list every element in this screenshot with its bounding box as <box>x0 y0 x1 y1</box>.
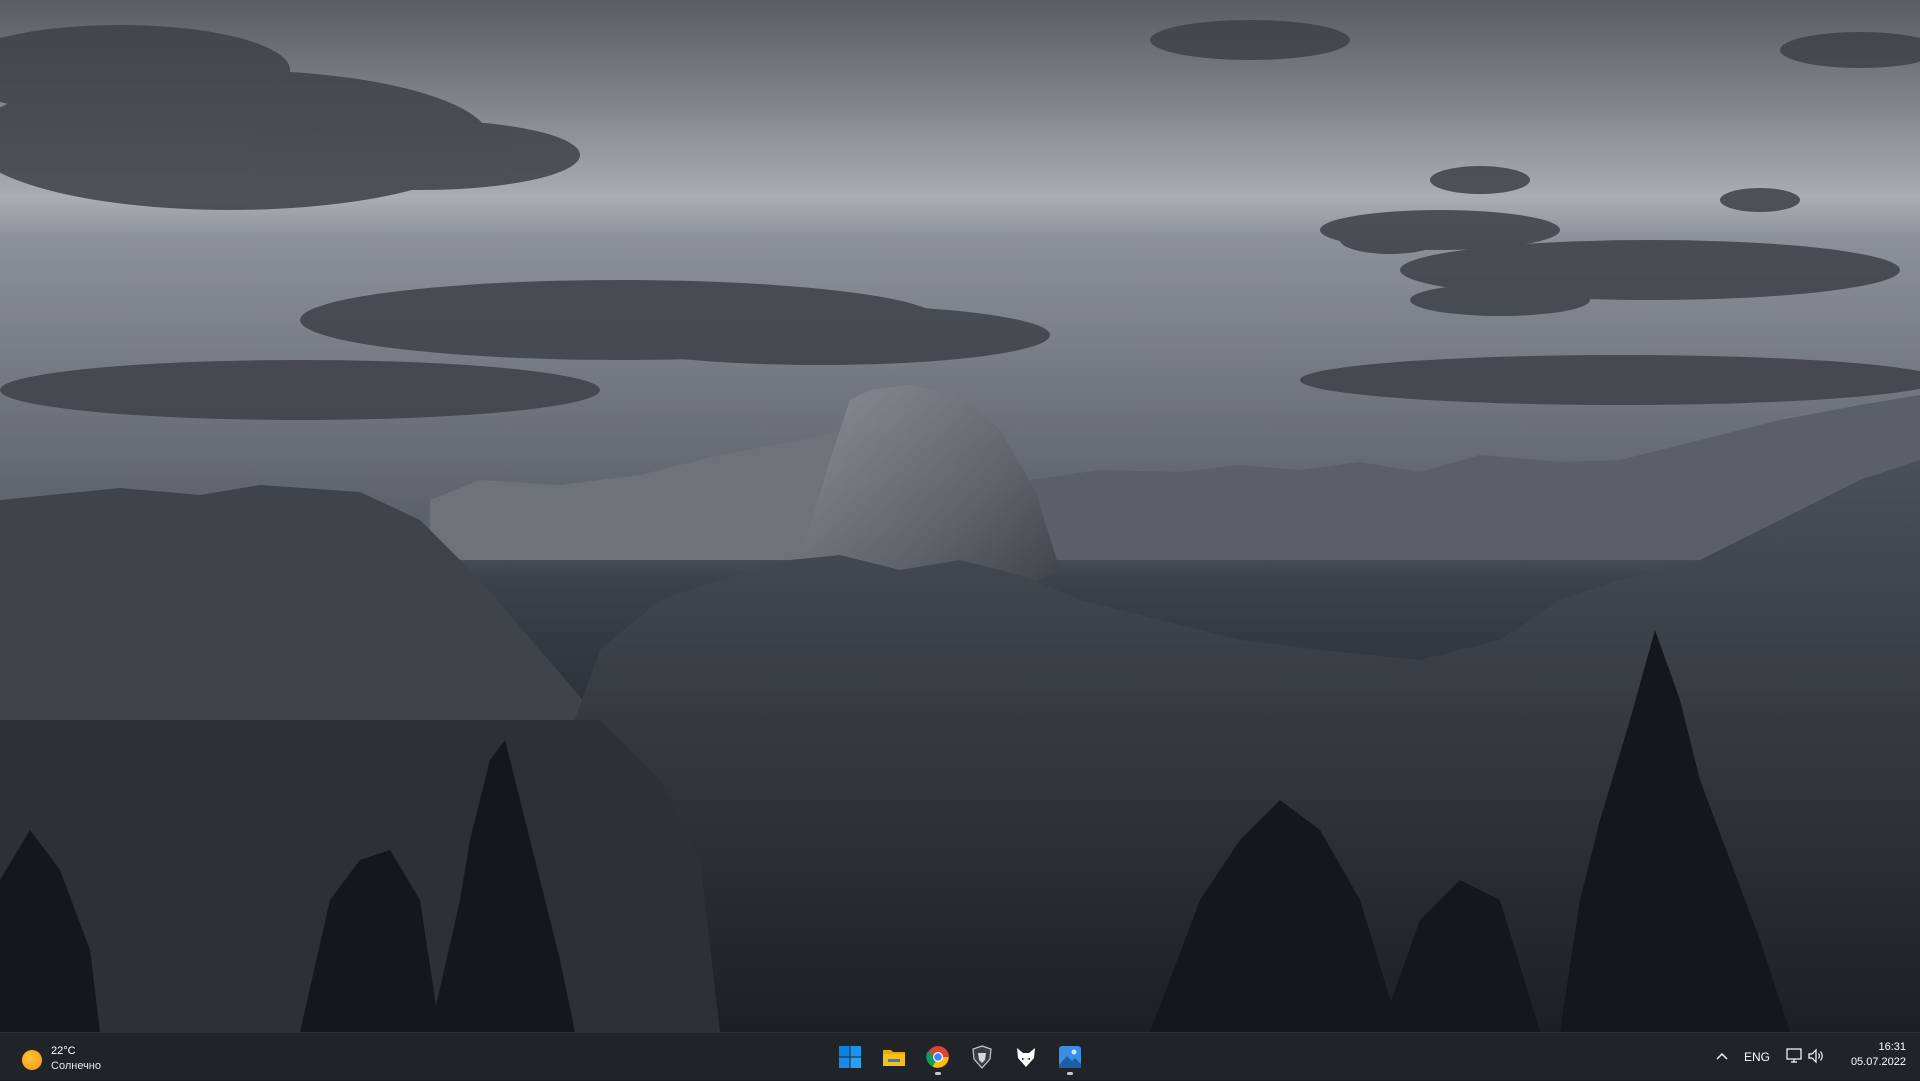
mountain-landscape <box>0 0 1920 1032</box>
clock-button[interactable]: 16:31 05.07.2022 <box>1836 1040 1906 1070</box>
photos-button[interactable] <box>1050 1037 1090 1077</box>
weather-temperature: 22°C <box>51 1045 76 1057</box>
desktop-wallpaper <box>0 0 1920 1032</box>
fox-app-button[interactable] <box>1006 1037 1046 1077</box>
folder-icon <box>883 1050 905 1066</box>
show-hidden-icons-button[interactable] <box>1710 1045 1734 1069</box>
clock-time: 16:31 <box>1878 1041 1906 1053</box>
start-button[interactable] <box>830 1037 870 1077</box>
running-indicator <box>1067 1072 1073 1075</box>
photos-icon <box>1059 1046 1081 1068</box>
weather-widget[interactable]: 22°C Солнечно <box>14 1041 134 1075</box>
chrome-button[interactable] <box>918 1037 958 1077</box>
world-of-tanks-button[interactable] <box>962 1037 1002 1077</box>
weather-condition: Солнечно <box>51 1060 101 1072</box>
volume-icon[interactable] <box>1807 1047 1825 1070</box>
network-icon[interactable] <box>1785 1047 1803 1070</box>
running-indicator <box>935 1072 941 1075</box>
windows-logo-icon <box>839 1046 861 1068</box>
sun-icon <box>22 1050 42 1070</box>
shield-icon <box>972 1045 992 1069</box>
clock-date: 05.07.2022 <box>1850 1056 1906 1068</box>
taskbar: 22°C Солнечно ENG 16:31 05.07.2022 <box>0 1032 1920 1080</box>
chrome-icon <box>926 1046 949 1068</box>
fox-icon <box>1017 1048 1035 1067</box>
input-language-indicator[interactable]: ENG <box>1744 1050 1770 1064</box>
chevron-up-icon <box>1716 1053 1728 1060</box>
file-explorer-button[interactable] <box>874 1037 914 1077</box>
